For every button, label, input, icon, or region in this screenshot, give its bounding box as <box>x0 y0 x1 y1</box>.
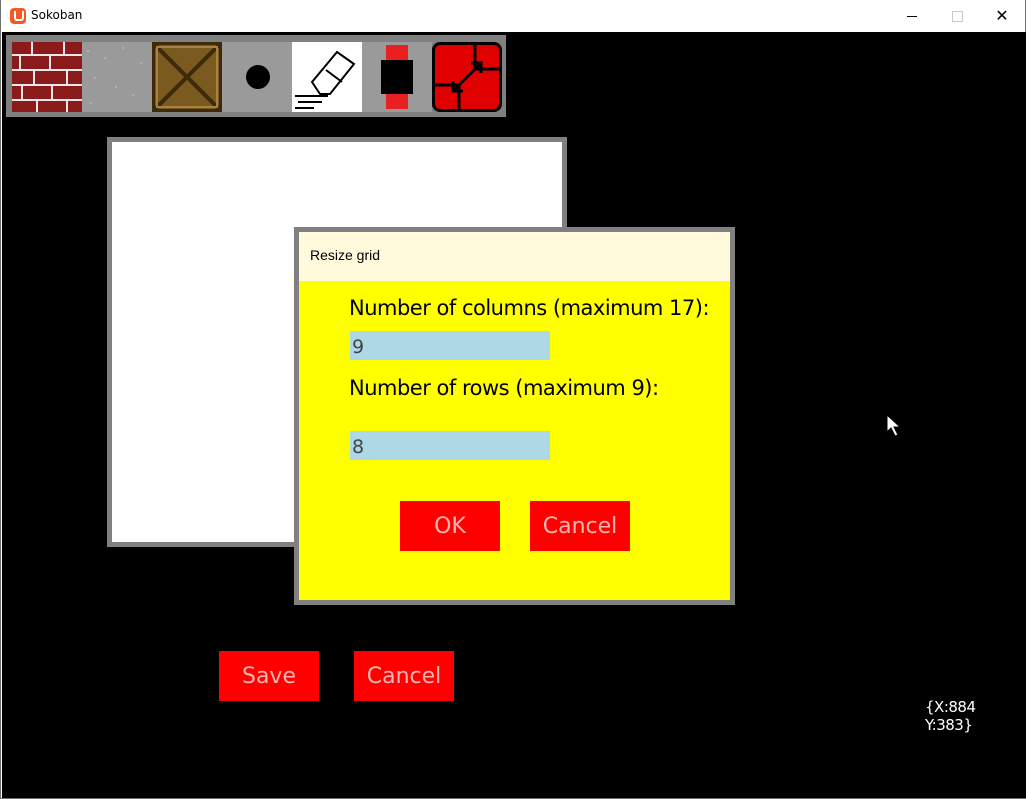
maximize-button[interactable] <box>934 0 980 32</box>
ok-button[interactable]: OK <box>400 501 500 551</box>
target-dot-icon <box>246 65 270 89</box>
floor-tile-icon <box>82 42 152 112</box>
minimize-icon <box>907 15 917 17</box>
crate-icon <box>153 43 221 111</box>
rows-label: Number of rows (maximum 9): <box>349 376 659 400</box>
app-window: Sokoban ✕ Save Cancel Resize grid Number… <box>0 0 1026 799</box>
save-button[interactable]: Save <box>219 651 319 701</box>
dialog-header: Resize grid <box>299 232 730 281</box>
wall-tool-button[interactable] <box>12 42 82 112</box>
cancel-button[interactable]: Cancel <box>354 651 454 701</box>
resize-grid-dialog: Resize grid Number of columns (maximum 1… <box>294 227 735 605</box>
player-icon <box>362 42 432 112</box>
minimize-button[interactable] <box>889 0 935 32</box>
window-title: Sokoban <box>31 8 83 22</box>
title-bar[interactable]: Sokoban ✕ <box>1 0 1025 32</box>
rows-input[interactable] <box>350 431 550 460</box>
game-canvas[interactable]: Save Cancel Resize grid Number of column… <box>2 32 1026 798</box>
resize-tool-button[interactable] <box>432 42 502 112</box>
floor-tool-button[interactable] <box>82 42 152 112</box>
app-logo-icon <box>10 8 26 24</box>
close-button[interactable]: ✕ <box>979 0 1025 32</box>
wall-brick-icon <box>12 42 82 112</box>
eraser-tool-button[interactable] <box>292 42 362 112</box>
resize-arrows-icon <box>435 45 499 109</box>
dialog-cancel-button[interactable]: Cancel <box>530 501 630 551</box>
eraser-icon <box>295 50 356 109</box>
mouse-coordinates: {X:884 Y:383} <box>925 698 976 734</box>
maximize-icon <box>951 10 963 22</box>
close-icon: ✕ <box>995 8 1009 25</box>
crate-tool-button[interactable] <box>152 42 222 112</box>
columns-input[interactable] <box>350 331 550 360</box>
mouse-pointer-icon <box>886 414 902 437</box>
player-tool-button[interactable] <box>362 42 432 112</box>
tile-toolbar <box>6 35 506 117</box>
dialog-title: Resize grid <box>310 247 381 263</box>
target-tool-button[interactable] <box>222 42 292 112</box>
columns-label: Number of columns (maximum 17): <box>349 296 710 320</box>
